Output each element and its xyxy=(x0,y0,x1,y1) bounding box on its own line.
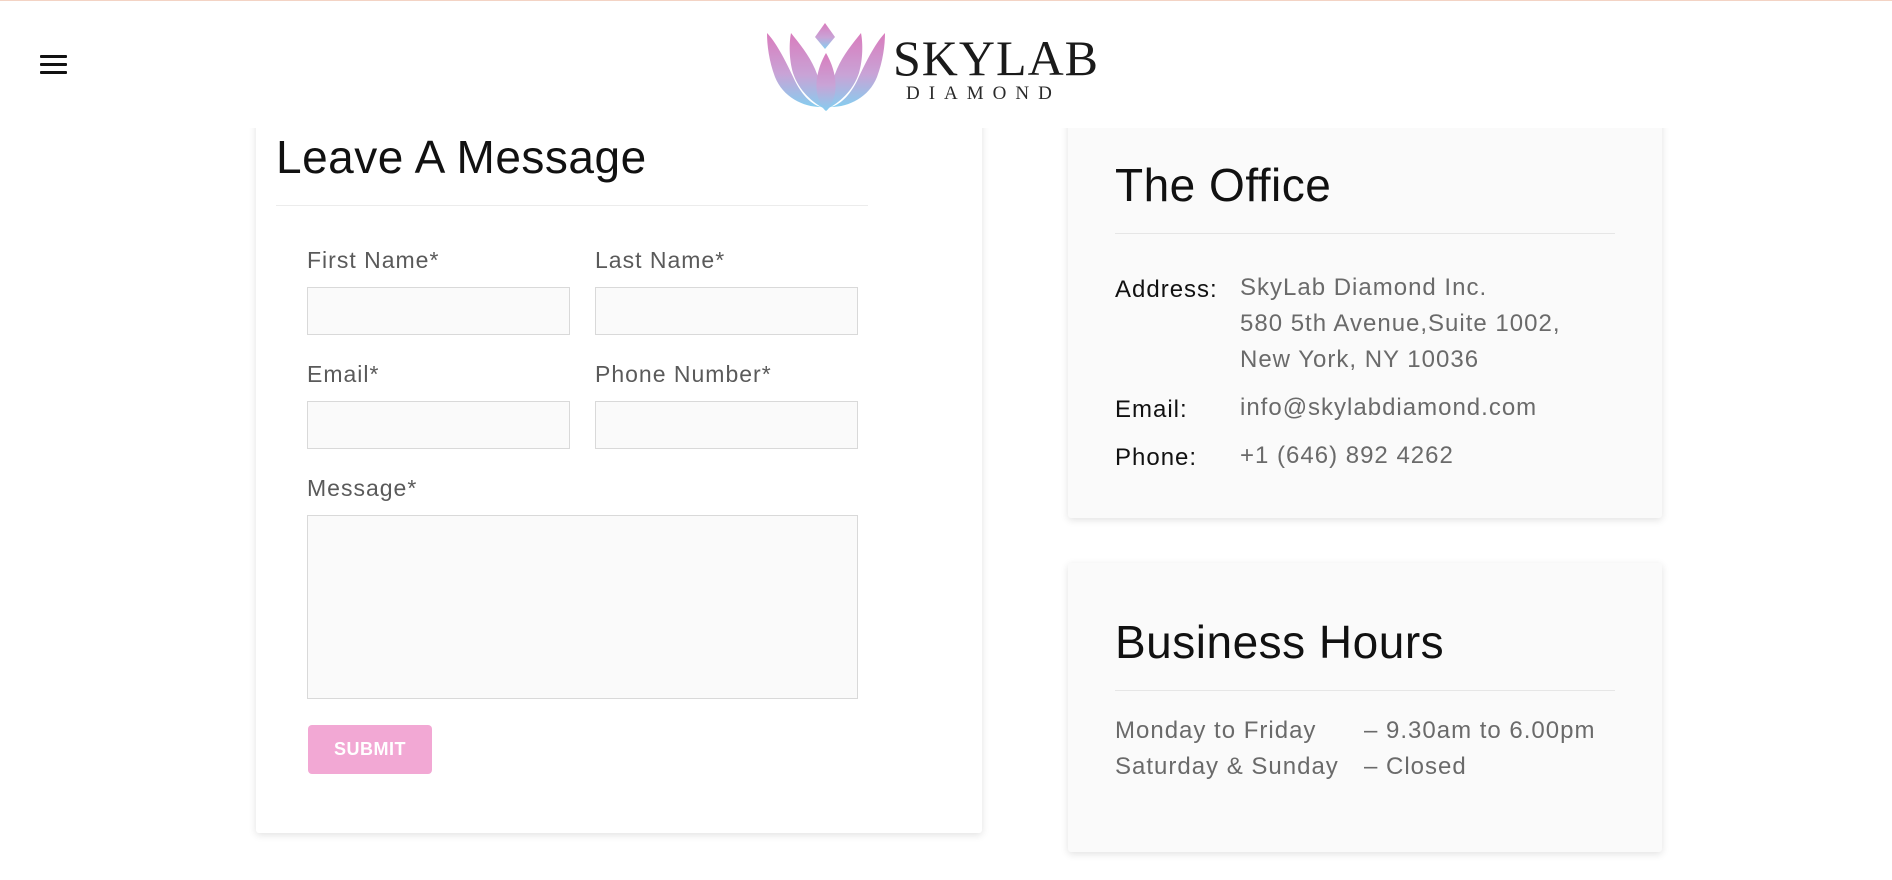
form-divider xyxy=(276,205,868,206)
logo-subtitle: DIAMOND xyxy=(906,83,1061,104)
email-input[interactable] xyxy=(307,401,570,449)
hours-row: Monday to Friday – 9.30am to 6.00pm xyxy=(1115,717,1595,745)
office-phone-link[interactable]: +1 (646) 892 4262 xyxy=(1240,438,1454,474)
email-label: Email* xyxy=(307,361,380,387)
office-title: The Office xyxy=(1115,159,1332,211)
last-name-input[interactable] xyxy=(595,287,858,335)
site-header: SKYLAB DIAMOND xyxy=(0,1,1892,128)
hamburger-menu-icon[interactable] xyxy=(38,51,70,77)
hours-time: – Closed xyxy=(1364,753,1467,780)
office-divider xyxy=(1115,233,1615,234)
skylab-logo[interactable]: SKYLAB DIAMOND xyxy=(765,19,1098,114)
submit-button[interactable]: SUBMIT xyxy=(308,725,432,774)
hours-divider xyxy=(1115,690,1615,691)
hours-day: Monday to Friday xyxy=(1115,717,1317,744)
office-email-label: Email: xyxy=(1115,396,1188,423)
address-label: Address: xyxy=(1115,276,1218,303)
lotus-icon xyxy=(767,23,885,111)
message-form-card: Leave A Message First Name* Last Name* E… xyxy=(256,90,982,833)
phone-label: Phone Number* xyxy=(595,361,772,387)
address-value: SkyLab Diamond Inc. 580 5th Avenue,Suite… xyxy=(1240,270,1560,378)
message-label: Message* xyxy=(307,475,418,501)
first-name-label: First Name* xyxy=(307,247,440,273)
hours-time: – 9.30am to 6.00pm xyxy=(1364,717,1596,744)
business-hours-card: Business Hours Monday to Friday – 9.30am … xyxy=(1068,563,1662,852)
first-name-input[interactable] xyxy=(307,287,570,335)
hours-row: Saturday & Sunday – Closed xyxy=(1115,753,1467,781)
message-textarea[interactable] xyxy=(307,515,858,699)
hours-day: Saturday & Sunday xyxy=(1115,753,1339,780)
address-line-2: 580 5th Avenue,Suite 1002, xyxy=(1240,310,1561,337)
logo-wordmark: SKYLAB xyxy=(893,30,1100,86)
last-name-label: Last Name* xyxy=(595,247,726,273)
office-card: The Office Address: SkyLab Diamond Inc. … xyxy=(1068,100,1662,518)
office-email-link[interactable]: info@skylabdiamond.com xyxy=(1240,390,1537,426)
address-line-3: New York, NY 10036 xyxy=(1240,346,1480,373)
hours-title: Business Hours xyxy=(1115,616,1445,668)
address-line-1: SkyLab Diamond Inc. xyxy=(1240,274,1488,301)
phone-input[interactable] xyxy=(595,401,858,449)
form-title: Leave A Message xyxy=(276,131,647,183)
office-phone-label: Phone: xyxy=(1115,444,1198,471)
